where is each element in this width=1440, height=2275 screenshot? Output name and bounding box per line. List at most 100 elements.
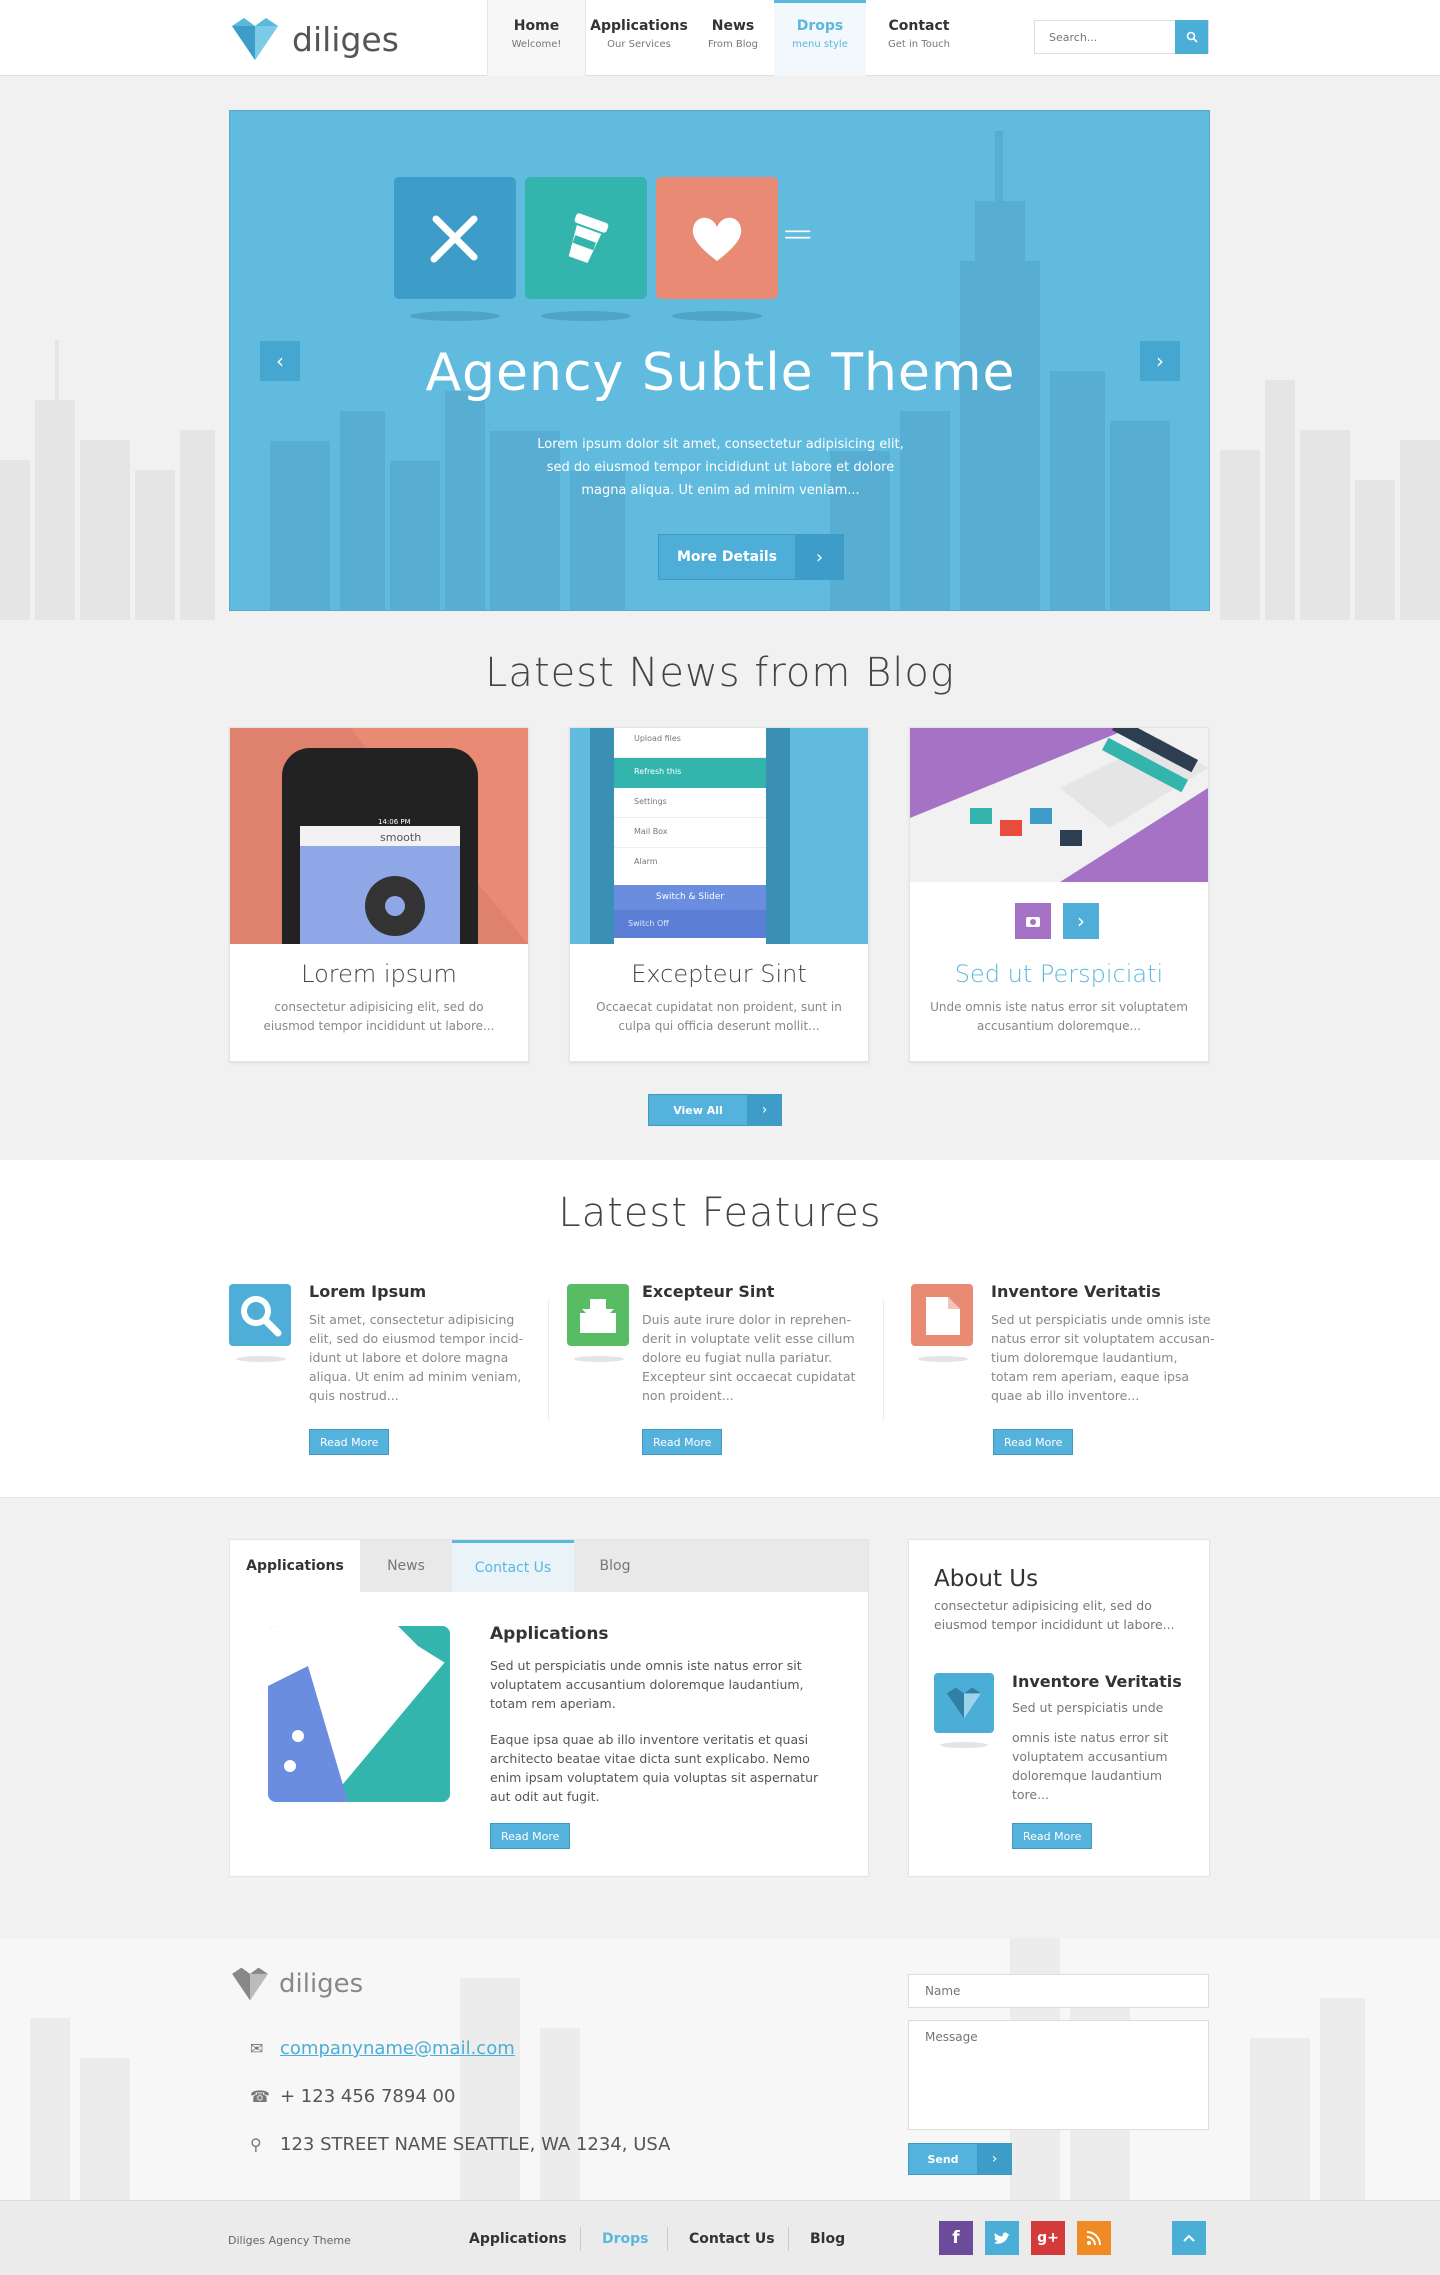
menu-item: Mail Box xyxy=(614,818,766,848)
tab-bar: Applications News Contact Us Blog xyxy=(230,1540,868,1592)
tab-blog[interactable]: Blog xyxy=(574,1540,656,1592)
read-more-button[interactable]: Read More xyxy=(309,1429,390,1455)
blog-card[interactable]: › Sed ut Perspiciati Unde omnis iste nat… xyxy=(909,727,1209,1062)
blog-section-title: Latest News from Blog xyxy=(485,650,955,696)
hero-title: Agency Subtle Theme xyxy=(425,343,1016,403)
divider xyxy=(667,2227,668,2251)
site-header: diliges Home Welcome! Applications Our S… xyxy=(0,0,1440,76)
tab-applications[interactable]: Applications xyxy=(230,1540,360,1592)
menu-item: Refresh this xyxy=(614,758,766,788)
back-to-top-button[interactable] xyxy=(1172,2221,1206,2255)
tile-shadow xyxy=(541,311,631,321)
message-field[interactable] xyxy=(908,2020,1209,2130)
more-details-button[interactable]: More Details › xyxy=(658,534,845,580)
cup-tile xyxy=(525,177,647,299)
tools-tile xyxy=(394,177,516,299)
hero-text: Lorem ipsum dolor sit amet, consectetur … xyxy=(537,437,904,498)
contact-phone: + 123 456 7894 00 xyxy=(280,2086,456,2107)
blog-image: 14:06 PM smooth xyxy=(230,728,528,944)
footer-logo[interactable]: diliges xyxy=(229,1966,363,2002)
view-all-button[interactable]: View All › xyxy=(648,1094,782,1126)
chevron-right-icon: › xyxy=(978,2143,1012,2175)
search-button[interactable] xyxy=(1175,20,1208,54)
footer-nav-drops[interactable]: Drops xyxy=(602,2231,649,2247)
feature-title: Inventore Veritatis xyxy=(991,1282,1161,1301)
blog-card[interactable]: Upload files Refresh this Settings Mail … xyxy=(569,727,869,1062)
nav-home[interactable]: Home Welcome! xyxy=(487,0,586,76)
tab-news[interactable]: News xyxy=(360,1540,452,1592)
features-section-title: Latest Features xyxy=(558,1190,882,1236)
read-more-button[interactable]: Read More xyxy=(490,1823,571,1849)
tablet-illustration xyxy=(910,728,1208,882)
rss-icon[interactable] xyxy=(1077,2221,1111,2255)
tile-shadow xyxy=(410,311,500,321)
search-input[interactable] xyxy=(1035,21,1177,53)
contact-email-link[interactable]: companyname@mail.com xyxy=(280,2038,515,2059)
divider xyxy=(788,2227,789,2251)
blog-card-desc: Occaecat cupidatat non proident, sunt in… xyxy=(596,1000,842,1033)
about-item-text: omnis iste natus error sit voluptatem ac… xyxy=(1012,1730,1169,1802)
view-all-label: View All xyxy=(648,1094,748,1126)
nav-contact[interactable]: Contact Get in Touch xyxy=(866,0,972,76)
rss-feed-icon xyxy=(1086,2231,1101,2246)
envelope-icon: ✉ xyxy=(250,2039,264,2058)
nav-home-label: Home xyxy=(513,18,560,34)
contact-phone-row: ☎ + 123 456 7894 00 xyxy=(250,2086,455,2107)
app-illustration xyxy=(268,1626,450,1802)
send-label: Send xyxy=(908,2143,978,2175)
tab-content-title: Applications xyxy=(490,1624,609,1644)
facebook-icon[interactable]: f xyxy=(939,2221,973,2255)
tab-contact-us[interactable]: Contact Us xyxy=(452,1540,574,1592)
about-item-line: Sed ut perspiciatis unde xyxy=(1012,1700,1164,1715)
magnifier-icon xyxy=(241,1296,282,1337)
diamond-logo-icon xyxy=(232,18,278,60)
equals-sign: = xyxy=(781,211,815,257)
next-icon-button[interactable]: › xyxy=(1063,903,1099,939)
read-more-button[interactable]: Read More xyxy=(993,1429,1074,1455)
phone-time: 14:06 PM xyxy=(378,818,411,826)
phone-illustration xyxy=(230,728,528,944)
chevron-up-icon xyxy=(1183,2234,1195,2242)
nav-home-sub: Welcome! xyxy=(511,39,562,50)
coffee-cup-icon xyxy=(568,213,609,264)
blog-image xyxy=(910,728,1208,882)
nav-contact-label: Contact xyxy=(888,18,950,34)
logo-text: diliges xyxy=(292,19,399,59)
tile-shadow xyxy=(940,1742,988,1748)
nav-applications[interactable]: Applications Our Services xyxy=(586,0,692,76)
footer-nav-blog[interactable]: Blog xyxy=(810,2231,845,2247)
hero-slider: + = ‹ › Agency Subtle Theme Lorem ipsum … xyxy=(229,110,1210,611)
read-more-button[interactable]: Read More xyxy=(1012,1823,1093,1849)
more-details-label: More Details xyxy=(658,534,797,580)
blog-card[interactable]: 14:06 PM smooth Lorem ipsum consectetur … xyxy=(229,727,529,1062)
read-more-button[interactable]: Read More xyxy=(642,1429,723,1455)
logo[interactable]: diliges xyxy=(228,14,399,64)
feature-text: Duis aute irure dolor in reprehen-derit … xyxy=(642,1312,856,1403)
copyright-text: Diliges Agency Theme xyxy=(228,2234,351,2247)
name-field[interactable] xyxy=(908,1974,1209,2008)
feature-title: Lorem Ipsum xyxy=(309,1282,427,1301)
twitter-icon[interactable] xyxy=(985,2221,1019,2255)
nav-drops[interactable]: Drops menu style xyxy=(774,0,866,76)
tab-paragraph: Eaque ipsa quae ab illo inventore verita… xyxy=(490,1732,819,1804)
send-button[interactable]: Send › xyxy=(908,2143,1012,2175)
footer-nav-applications[interactable]: Applications xyxy=(469,2231,567,2247)
features-section: Latest Features Lorem Ipsum Sit amet, co… xyxy=(0,1160,1440,1498)
contact-address: 123 STREET NAME SEATTLE, WA 1234, USA xyxy=(280,2134,671,2155)
chevron-right-icon: › xyxy=(748,1094,782,1126)
feature-tile xyxy=(229,1284,291,1346)
nav-drops-sub: menu style xyxy=(792,39,848,50)
nav-news-label: News xyxy=(711,18,755,34)
camera-icon-button[interactable] xyxy=(1015,903,1051,939)
nav-news[interactable]: News From Blog xyxy=(692,0,774,76)
diamond-icon xyxy=(946,1687,982,1719)
chevron-right-icon: › xyxy=(796,534,845,580)
google-plus-icon[interactable]: g+ xyxy=(1031,2221,1065,2255)
tile-shadow xyxy=(236,1356,286,1362)
feature-tile xyxy=(911,1284,973,1346)
footer-nav-contact[interactable]: Contact Us xyxy=(689,2231,775,2247)
about-text: consectetur adipisicing elit, sed do eiu… xyxy=(934,1598,1175,1632)
about-item-title: Inventore Veritatis xyxy=(1012,1672,1182,1691)
diamond-logo-icon xyxy=(232,1967,268,2001)
camera-icon xyxy=(1026,917,1040,927)
